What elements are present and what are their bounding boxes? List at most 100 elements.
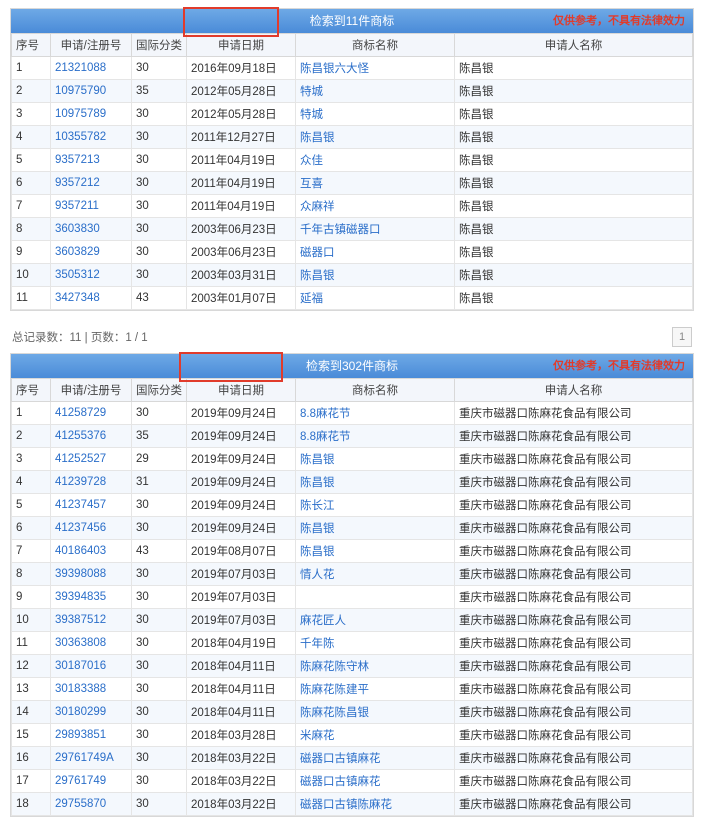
- column-apply-date: 申请日期: [187, 34, 296, 57]
- trademark-name-link[interactable]: 陈麻花陈昌银: [300, 707, 369, 719]
- trademark-name-link[interactable]: 陈昌银: [300, 270, 335, 282]
- column-application-no: 申请/注册号: [51, 34, 132, 57]
- trademark-name-link[interactable]: 8.8麻花节: [300, 408, 351, 420]
- cell-application-no: 30363808: [51, 632, 132, 655]
- application-no-link[interactable]: 41239728: [55, 476, 106, 488]
- trademark-name-link[interactable]: 麻花匠人: [300, 615, 346, 627]
- trademark-name-link[interactable]: 陈昌银: [300, 454, 335, 466]
- application-no-link[interactable]: 10975789: [55, 108, 106, 120]
- cell-applicant: 陈昌银: [455, 103, 693, 126]
- cell-application-no: 10975789: [51, 103, 132, 126]
- cell-trademark-name: 陈昌银: [296, 448, 455, 471]
- trademark-name-link[interactable]: 陈昌银六大怪: [300, 63, 369, 75]
- trademark-name-link[interactable]: 陈昌银: [300, 477, 335, 489]
- application-no-link[interactable]: 41255376: [55, 430, 106, 442]
- application-no-link[interactable]: 29893851: [55, 729, 106, 741]
- cell-apply-date: 2019年09月24日: [187, 402, 296, 425]
- trademark-name-link[interactable]: 8.8麻花节: [300, 431, 351, 443]
- cell-apply-date: 2018年03月22日: [187, 770, 296, 793]
- cell-trademark-name: 8.8麻花节: [296, 425, 455, 448]
- cell-application-no: 30180299: [51, 701, 132, 724]
- cell-application-no: 39394835: [51, 586, 132, 609]
- application-no-link[interactable]: 9357212: [55, 177, 100, 189]
- cell-applicant: 陈昌银: [455, 172, 693, 195]
- trademark-name-link[interactable]: 陈长江: [300, 500, 335, 512]
- trademark-name-link[interactable]: 米麻花: [300, 730, 335, 742]
- table-row: 740186403432019年08月07日陈昌银重庆市磁器口陈麻花食品有限公司: [12, 540, 693, 563]
- application-no-link[interactable]: 30183388: [55, 683, 106, 695]
- trademark-name-link[interactable]: 众麻祥: [300, 201, 335, 213]
- application-no-link[interactable]: 39394835: [55, 591, 106, 603]
- trademark-name-link[interactable]: 陈昌银: [300, 132, 335, 144]
- application-no-link[interactable]: 41237457: [55, 499, 106, 511]
- cell-intl-class: 30: [132, 770, 187, 793]
- application-no-link[interactable]: 30363808: [55, 637, 106, 649]
- trademark-name-link[interactable]: 特城: [300, 109, 323, 121]
- application-no-link[interactable]: 3603829: [55, 246, 100, 258]
- application-no-link[interactable]: 41252527: [55, 453, 106, 465]
- trademark-name-link[interactable]: 磁器口古镇陈麻花: [300, 799, 392, 811]
- cell-apply-date: 2018年03月22日: [187, 747, 296, 770]
- application-no-link[interactable]: 29761749: [55, 775, 106, 787]
- application-no-link[interactable]: 40186403: [55, 545, 106, 557]
- cell-apply-date: 2003年06月23日: [187, 241, 296, 264]
- trademark-name-link[interactable]: 情人花: [300, 569, 335, 581]
- cell-trademark-name: 情人花: [296, 563, 455, 586]
- cell-trademark-name: 陈昌银: [296, 517, 455, 540]
- trademark-name-link[interactable]: 磁器口古镇麻花: [300, 776, 381, 788]
- trademark-name-link[interactable]: 陈昌银: [300, 546, 335, 558]
- cell-applicant: 重庆市磁器口陈麻花食品有限公司: [455, 563, 693, 586]
- cell-seq: 1: [12, 57, 51, 80]
- cell-apply-date: 2012年05月28日: [187, 80, 296, 103]
- cell-intl-class: 30: [132, 494, 187, 517]
- panel-header: 检索到11件商标仅供参考，不具有法律效力: [11, 9, 693, 33]
- application-no-link[interactable]: 30180299: [55, 706, 106, 718]
- cell-intl-class: 30: [132, 172, 187, 195]
- application-no-link[interactable]: 41237456: [55, 522, 106, 534]
- application-no-link[interactable]: 9357213: [55, 154, 100, 166]
- application-no-link[interactable]: 21321088: [55, 62, 106, 74]
- cell-application-no: 9357212: [51, 172, 132, 195]
- column-trademark-name: 商标名称: [296, 379, 455, 402]
- cell-seq: 13: [12, 678, 51, 701]
- table-row: 103505312302003年03月31日陈昌银陈昌银: [12, 264, 693, 287]
- cell-intl-class: 35: [132, 425, 187, 448]
- application-no-link[interactable]: 30187016: [55, 660, 106, 672]
- trademark-name-link[interactable]: 互喜: [300, 178, 323, 190]
- cell-application-no: 41252527: [51, 448, 132, 471]
- results-footer: 总记录数：11 | 页数：1 / 11: [10, 321, 694, 353]
- cell-trademark-name: 众麻祥: [296, 195, 455, 218]
- application-no-link[interactable]: 3427348: [55, 292, 100, 304]
- trademark-name-link[interactable]: 陈昌银: [300, 523, 335, 535]
- application-no-link[interactable]: 39398088: [55, 568, 106, 580]
- application-no-link[interactable]: 39387512: [55, 614, 106, 626]
- trademark-name-link[interactable]: 磁器口古镇麻花: [300, 753, 381, 765]
- trademark-name-link[interactable]: 陈麻花陈建平: [300, 684, 369, 696]
- cell-seq: 1: [12, 402, 51, 425]
- application-no-link[interactable]: 9357211: [55, 200, 99, 212]
- application-no-link[interactable]: 3505312: [55, 269, 100, 281]
- application-no-link[interactable]: 29761749A: [55, 752, 114, 764]
- table-row: 1039387512302019年07月03日麻花匠人重庆市磁器口陈麻花食品有限…: [12, 609, 693, 632]
- cell-intl-class: 30: [132, 632, 187, 655]
- trademark-name-link[interactable]: 特城: [300, 86, 323, 98]
- cell-seq: 4: [12, 471, 51, 494]
- application-no-link[interactable]: 10975790: [55, 85, 106, 97]
- trademark-name-link[interactable]: 千年陈: [300, 638, 335, 650]
- trademark-name-link[interactable]: 磁器口: [300, 247, 335, 259]
- cell-applicant: 陈昌银: [455, 218, 693, 241]
- trademark-name-link[interactable]: 延福: [300, 293, 323, 305]
- cell-trademark-name: 米麻花: [296, 724, 455, 747]
- application-no-link[interactable]: 3603830: [55, 223, 100, 235]
- results-panel: 检索到302件商标仅供参考，不具有法律效力序号申请/注册号国际分类申请日期商标名…: [10, 353, 694, 817]
- application-no-link[interactable]: 29755870: [55, 798, 106, 810]
- trademark-name-link[interactable]: 千年古镇磁器口: [300, 224, 381, 236]
- cell-intl-class: 31: [132, 471, 187, 494]
- cell-application-no: 3603829: [51, 241, 132, 264]
- application-no-link[interactable]: 41258729: [55, 407, 106, 419]
- application-no-link[interactable]: 10355782: [55, 131, 106, 143]
- cell-application-no: 3427348: [51, 287, 132, 310]
- trademark-name-link[interactable]: 众佳: [300, 155, 323, 167]
- trademark-name-link[interactable]: 陈麻花陈守林: [300, 661, 369, 673]
- page-button[interactable]: 1: [672, 327, 692, 347]
